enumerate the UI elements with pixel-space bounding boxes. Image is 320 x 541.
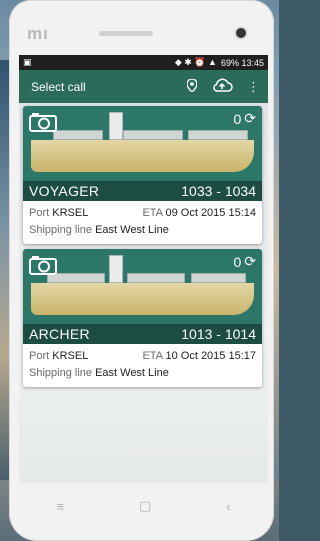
phone-nav-keys: ≡ ▢ ‹ bbox=[19, 485, 268, 527]
vessel-name: VOYAGER bbox=[29, 183, 100, 199]
app-actions: ⋮ bbox=[186, 77, 260, 96]
container-stack bbox=[127, 273, 185, 283]
status-right: ◆ ✱ ⏰ ▲ 69% 13:45 bbox=[175, 57, 264, 68]
app-title: Select call bbox=[31, 79, 86, 94]
shipping-line-label: Shipping line bbox=[29, 367, 92, 379]
eta-label: ETA bbox=[142, 207, 163, 219]
app-bar: Select call ⋮ bbox=[19, 70, 268, 103]
refresh-icon[interactable]: ⟳ bbox=[244, 253, 256, 270]
cloud-upload-icon[interactable] bbox=[211, 77, 233, 96]
brand-logo: mı bbox=[27, 24, 49, 43]
shipping-line-row: Shipping line East West Line bbox=[29, 222, 256, 239]
ship-bridge bbox=[109, 112, 123, 140]
container-stack bbox=[123, 130, 183, 140]
shipping-line-row: Shipping line East West Line bbox=[29, 365, 256, 382]
port-value: KRSEL bbox=[52, 350, 89, 362]
vessel-name-bar: VOYAGER 1033 - 1034 bbox=[23, 181, 262, 201]
back-key-icon[interactable]: ‹ bbox=[226, 499, 230, 514]
vessel-image: 0 ⟳ VOYAGER 1033 - 1034 bbox=[23, 106, 262, 201]
camera-icon[interactable] bbox=[29, 255, 57, 275]
image-notification-icon: ▣ bbox=[23, 57, 32, 67]
home-key-icon[interactable]: ▢ bbox=[139, 498, 151, 514]
shipping-line-value: East West Line bbox=[95, 224, 169, 236]
speaker-grille bbox=[99, 31, 153, 36]
status-bar: ▣ ◆ ✱ ⏰ ▲ 69% 13:45 bbox=[19, 55, 268, 70]
container-stack bbox=[191, 273, 246, 283]
vessel-image: 0 ⟳ ARCHER 1013 - 1014 bbox=[23, 249, 262, 344]
port-value: KRSEL bbox=[52, 207, 89, 219]
photo-count: 0 ⟳ bbox=[233, 253, 256, 270]
call-card[interactable]: 0 ⟳ VOYAGER 1033 - 1034 Port KRSEL ETA 0… bbox=[23, 106, 262, 244]
phone-top-bezel: mı bbox=[9, 0, 274, 55]
screen: ▣ ◆ ✱ ⏰ ▲ 69% 13:45 Select call ⋮ 0 ⟳ VO… bbox=[19, 55, 268, 483]
vessel-name: ARCHER bbox=[29, 326, 90, 342]
status-text: 69% 13:45 bbox=[220, 57, 264, 68]
map-pin-icon[interactable] bbox=[186, 77, 198, 95]
call-info: Port KRSEL ETA 10 Oct 2015 15:17 Shippin… bbox=[23, 344, 262, 387]
ship-hull bbox=[31, 140, 254, 172]
photo-count-value: 0 bbox=[233, 110, 242, 127]
voyage-number: 1013 - 1014 bbox=[181, 326, 256, 342]
shipping-line-value: East West Line bbox=[95, 367, 169, 379]
refresh-icon[interactable]: ⟳ bbox=[244, 110, 256, 127]
ship-hull bbox=[31, 283, 254, 315]
port-eta-row: Port KRSEL ETA 10 Oct 2015 15:17 bbox=[29, 348, 256, 365]
signal-icons: ◆ ✱ ⏰ ▲ bbox=[174, 57, 217, 67]
call-list: 0 ⟳ VOYAGER 1033 - 1034 Port KRSEL ETA 0… bbox=[19, 103, 268, 483]
photo-count: 0 ⟳ bbox=[233, 110, 256, 127]
eta-value: 09 Oct 2015 15:14 bbox=[165, 207, 256, 219]
camera-icon[interactable] bbox=[29, 112, 57, 132]
container-stack bbox=[188, 130, 248, 140]
port-label: Port bbox=[29, 350, 50, 362]
vessel-name-bar: ARCHER 1013 - 1014 bbox=[23, 324, 262, 344]
eta-label: ETA bbox=[142, 350, 163, 362]
menu-key-icon[interactable]: ≡ bbox=[56, 499, 64, 514]
shipping-line-label: Shipping line bbox=[29, 224, 92, 236]
front-camera bbox=[236, 28, 246, 38]
eta-value: 10 Oct 2015 15:17 bbox=[165, 350, 256, 362]
port-label: Port bbox=[29, 207, 50, 219]
port-eta-row: Port KRSEL ETA 09 Oct 2015 15:14 bbox=[29, 205, 256, 222]
overflow-menu-icon[interactable]: ⋮ bbox=[247, 79, 260, 95]
photo-count-value: 0 bbox=[233, 253, 242, 270]
call-info: Port KRSEL ETA 09 Oct 2015 15:14 Shippin… bbox=[23, 201, 262, 244]
ship-bridge bbox=[109, 255, 123, 283]
voyage-number: 1033 - 1034 bbox=[181, 183, 256, 199]
call-card[interactable]: 0 ⟳ ARCHER 1013 - 1014 Port KRSEL ETA 10… bbox=[23, 249, 262, 387]
container-stack bbox=[53, 130, 103, 140]
